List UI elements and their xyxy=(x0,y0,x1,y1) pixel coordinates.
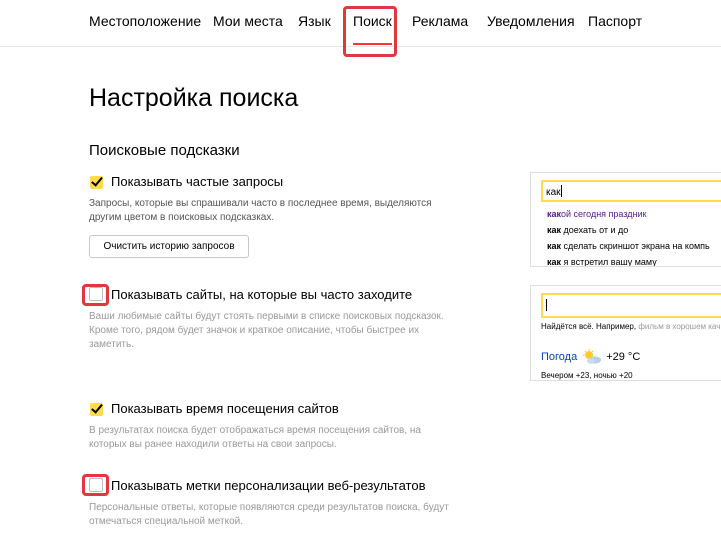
visit-time-checkbox[interactable] xyxy=(89,401,103,416)
section-title: Поисковые подсказки xyxy=(89,142,240,159)
partly-cloudy-icon xyxy=(583,349,602,364)
suggest-preview: как какой сегодня праздник как доехать о… xyxy=(530,172,721,267)
suggestion-item: какой сегодня праздник xyxy=(547,209,647,219)
personalization-labels-checkbox[interactable] xyxy=(89,478,103,492)
weather-temperature: +29 °С xyxy=(606,351,641,363)
tab-search[interactable]: Поиск xyxy=(353,13,392,45)
tab-my-places[interactable]: Мои места xyxy=(213,13,283,29)
option-label: Показывать время посещения сайтов xyxy=(111,400,339,416)
text-caret-icon xyxy=(560,185,562,197)
tab-location[interactable]: Местоположение xyxy=(89,13,201,29)
option-personalization-labels: Показывать метки персонализации веб-резу… xyxy=(89,476,459,529)
weather-link: Погода xyxy=(541,351,578,363)
tab-ads[interactable]: Реклама xyxy=(412,13,468,29)
sites-preview: Найдётся всё. Например, фильм в хорошем … xyxy=(530,285,721,381)
preview-query: как xyxy=(546,187,561,198)
weather-forecast: Вечером +23, ночью +20 xyxy=(541,371,633,380)
suggestion-item: как я встретил вашу маму xyxy=(547,257,657,267)
settings-tabs: Местоположение Мои места Язык Поиск Рекл… xyxy=(0,0,721,47)
suggestion-item: как доехать от и до xyxy=(547,225,629,235)
option-description: Персональные ответы, которые появляются … xyxy=(89,502,449,527)
option-label: Показывать сайты, на которые вы часто за… xyxy=(111,286,413,302)
frequent-queries-checkbox[interactable] xyxy=(89,174,103,189)
tab-passport[interactable]: Паспорт xyxy=(588,13,642,29)
tab-language[interactable]: Язык xyxy=(298,13,331,29)
option-visit-time: Показывать время посещения сайтов В резу… xyxy=(89,399,459,452)
suggestion-item: как сделать скриншот экрана на компь xyxy=(547,241,710,251)
text-caret-icon xyxy=(546,299,547,311)
weather-row: Погода +29 °С xyxy=(531,349,721,365)
option-description: В результатах поиска будет отображаться … xyxy=(89,425,421,450)
option-favorite-sites: Показывать сайты, на которые вы часто за… xyxy=(89,285,459,352)
preview-search-input: как xyxy=(541,180,721,202)
option-description: Запросы, которые вы спрашивали часто в п… xyxy=(89,198,432,223)
option-description: Ваши любимые сайты будут стоять первыми … xyxy=(89,311,444,350)
preview-empty-input xyxy=(541,293,721,318)
option-frequent-queries: Показывать частые запросы Запросы, котор… xyxy=(89,172,459,225)
option-label: Показывать частые запросы xyxy=(111,173,284,189)
favorite-sites-checkbox[interactable] xyxy=(89,287,103,301)
tab-notifications[interactable]: Уведомления xyxy=(487,13,575,29)
preview-hint: Найдётся всё. Например, фильм в хорошем … xyxy=(541,322,721,331)
clear-history-button[interactable]: Очистить историю запросов xyxy=(89,235,249,258)
page-title: Настройка поиска xyxy=(89,84,299,112)
option-label: Показывать метки персонализации веб-резу… xyxy=(111,477,426,493)
